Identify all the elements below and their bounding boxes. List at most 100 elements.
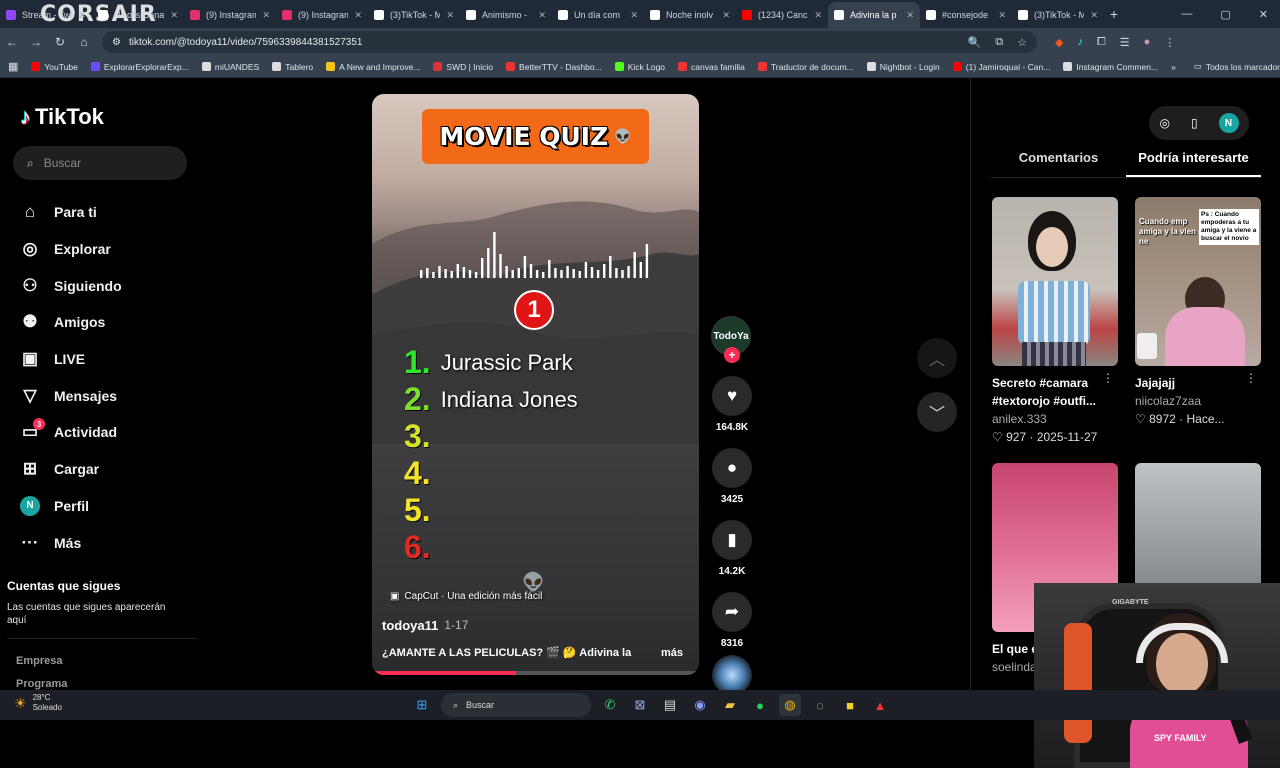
chevron-down-icon[interactable]: ﹀ bbox=[917, 392, 957, 432]
home-icon[interactable]: ⌂ bbox=[72, 35, 96, 49]
reading-list-icon[interactable]: ☰ bbox=[1120, 36, 1130, 49]
acrobat-icon[interactable]: ▲ bbox=[869, 694, 891, 716]
browser-tab[interactable]: Animismo - ✕ bbox=[460, 2, 552, 28]
chrome-icon[interactable]: ◍ bbox=[779, 694, 801, 716]
bookmark-item[interactable]: Kick Logo bbox=[614, 62, 665, 72]
all-bookmarks[interactable]: ▭Todos los marcadores bbox=[1194, 61, 1280, 72]
tab-comments[interactable]: Comentarios bbox=[991, 150, 1126, 177]
minimize-icon[interactable]: — bbox=[1181, 8, 1192, 21]
back-icon[interactable]: ← bbox=[0, 35, 24, 49]
more-options-icon[interactable]: ⋮ bbox=[1102, 371, 1114, 385]
card-user[interactable]: anilex.333 bbox=[992, 412, 1118, 426]
tiktok-logo[interactable]: ♪ TikTok bbox=[20, 104, 104, 130]
extension-tiktok-icon[interactable]: ♪ bbox=[1077, 36, 1083, 48]
comment-icon[interactable]: ● bbox=[712, 448, 752, 488]
site-info-icon[interactable]: ⚙ bbox=[112, 37, 121, 48]
music-disc[interactable] bbox=[711, 655, 753, 695]
footer-link-program[interactable]: Programa bbox=[16, 678, 67, 690]
xbox-icon[interactable]: ⊠ bbox=[629, 694, 651, 716]
obs-icon[interactable]: ◌ bbox=[809, 694, 831, 716]
video-author[interactable]: todoya11 1-17 bbox=[382, 618, 468, 633]
sticky-notes-icon[interactable]: ■ bbox=[839, 694, 861, 716]
compass-icon[interactable]: ◎ bbox=[1159, 116, 1169, 130]
tab-suggested[interactable]: Podría interesarte bbox=[1126, 150, 1261, 177]
video-progress-bar[interactable] bbox=[372, 671, 699, 675]
taskbar-search[interactable]: ⌕ Buscar bbox=[441, 693, 591, 717]
chrome-menu-icon[interactable]: ⋮ bbox=[1164, 36, 1175, 49]
nav-item-explorar[interactable]: ◎ Explorar bbox=[20, 231, 122, 268]
card-title[interactable]: Jajajajj bbox=[1135, 374, 1247, 392]
nav-item-live[interactable]: ▣ LIVE bbox=[20, 341, 122, 378]
close-icon[interactable]: ✕ bbox=[78, 10, 86, 21]
share-action[interactable]: ➦ 8316 bbox=[711, 592, 753, 651]
zoom-icon[interactable]: 🔍 bbox=[968, 36, 982, 49]
windows-start-icon[interactable]: ⊞ bbox=[411, 694, 433, 716]
more-button[interactable]: más bbox=[661, 647, 683, 659]
spotify-icon[interactable]: ● bbox=[749, 694, 771, 716]
extension-fox-icon[interactable]: ◆ bbox=[1055, 36, 1063, 49]
bookmark-item[interactable]: Tablero bbox=[272, 62, 313, 72]
close-icon[interactable]: ✕ bbox=[1090, 10, 1098, 21]
music-disc-icon[interactable] bbox=[712, 655, 752, 695]
weather-widget[interactable]: ☀ 28°C Soleado bbox=[14, 693, 62, 713]
search-input[interactable]: ⌕ Buscar bbox=[13, 146, 187, 180]
extensions-puzzle-icon[interactable]: ⧠ bbox=[1097, 36, 1106, 49]
apps-grid-icon[interactable]: ▦ bbox=[8, 60, 18, 73]
browser-tab[interactable]: (3)TikTok - M ✕ bbox=[368, 2, 460, 28]
footer-link-company[interactable]: Empresa bbox=[16, 655, 62, 667]
video-thumbnail[interactable] bbox=[992, 197, 1118, 366]
heart-icon[interactable]: ♥ bbox=[712, 376, 752, 416]
profile-avatar-icon[interactable]: ● bbox=[1144, 36, 1151, 48]
chevron-up-icon[interactable]: ︿ bbox=[917, 338, 957, 378]
capcut-label[interactable]: ▣ CapCut · Una edición más fácil bbox=[390, 591, 542, 602]
browser-tab[interactable]: (9) Instagram ✕ bbox=[276, 2, 368, 28]
close-icon[interactable]: ✕ bbox=[998, 10, 1006, 21]
browser-tab[interactable]: Nicol's Canal ✕ bbox=[92, 2, 184, 28]
discord-icon[interactable]: ◉ bbox=[689, 694, 711, 716]
nav-item-mensajes[interactable]: ▽ Mensajes bbox=[20, 377, 122, 414]
video-player[interactable]: MOVIE QUIZ 👽 1 1. Jurassic Park 2. Indiana … bbox=[372, 94, 699, 675]
close-icon[interactable]: ✕ bbox=[722, 10, 730, 21]
bookmark-item[interactable]: Nightbot - Login bbox=[866, 62, 940, 72]
creator-avatar[interactable]: TodoYa + bbox=[711, 316, 751, 363]
close-icon[interactable]: ✕ bbox=[906, 10, 914, 21]
bookmark-item[interactable]: SWD | Inicio bbox=[433, 62, 493, 72]
browser-tab[interactable]: (9) Instagram ✕ bbox=[184, 2, 276, 28]
browser-tab[interactable]: Noche inolv ✕ bbox=[644, 2, 736, 28]
whatsapp-icon[interactable]: ✆ bbox=[599, 694, 621, 716]
browser-tab[interactable]: Stream - Twitch ✕ bbox=[0, 2, 92, 28]
bookmark-item[interactable]: YouTube bbox=[31, 62, 78, 72]
close-icon[interactable]: ✕ bbox=[446, 10, 454, 21]
browser-tab[interactable]: #consejode ✕ bbox=[920, 2, 1012, 28]
comment-action[interactable]: ● 3425 bbox=[711, 448, 753, 507]
forward-icon[interactable]: → bbox=[24, 35, 48, 49]
nav-item-perfil[interactable]: N Perfil bbox=[20, 488, 122, 525]
bookmark-item[interactable]: ExplorarExplorarExp... bbox=[90, 62, 189, 72]
notes-icon[interactable]: ▤ bbox=[659, 694, 681, 716]
author-name[interactable]: todoya11 bbox=[382, 618, 438, 633]
close-window-icon[interactable]: ✕ bbox=[1259, 8, 1268, 21]
browser-tab[interactable]: (3)TikTok - M ✕ bbox=[1012, 2, 1104, 28]
close-icon[interactable]: ✕ bbox=[814, 10, 822, 21]
install-icon[interactable]: ⧉ bbox=[995, 36, 1003, 49]
bookmark-item[interactable]: (1) Jamiroquai - Can... bbox=[952, 62, 1050, 72]
suggested-video-card[interactable]: Cuando emp amiga y la vien su ne Ps : Cu… bbox=[1135, 197, 1261, 426]
reload-icon[interactable]: ↻ bbox=[48, 35, 72, 49]
nav-item-cargar[interactable]: ⊞ Cargar bbox=[20, 451, 122, 488]
bookmark-star-icon[interactable]: ☆ bbox=[1017, 36, 1027, 49]
bookmark-icon[interactable]: ▮ bbox=[712, 520, 752, 560]
bookmark-item[interactable]: Traductor de docum... bbox=[757, 62, 854, 72]
bookmark-item[interactable]: A New and Improve... bbox=[326, 62, 420, 72]
maximize-icon[interactable]: ▢ bbox=[1220, 8, 1230, 21]
close-icon[interactable]: ✕ bbox=[354, 10, 362, 21]
suggested-video-card[interactable]: Secreto #camara #textorojo #outfi... ⋮ a… bbox=[992, 197, 1118, 444]
share-icon[interactable]: ➦ bbox=[712, 592, 752, 632]
nav-item-para-ti[interactable]: ⌂ Para ti bbox=[20, 194, 122, 231]
phone-icon[interactable]: ▯ bbox=[1191, 116, 1198, 130]
nav-item-m-s[interactable]: ··· Más bbox=[20, 524, 122, 561]
nav-item-siguiendo[interactable]: ⚇ Siguiendo bbox=[20, 267, 121, 304]
save-action[interactable]: ▮ 14.2K bbox=[711, 520, 753, 579]
file-explorer-icon[interactable]: ▰ bbox=[719, 694, 741, 716]
more-options-icon[interactable]: ⋮ bbox=[1245, 371, 1257, 385]
card-title[interactable]: Secreto #camara #textorojo #outfi... bbox=[992, 374, 1104, 410]
